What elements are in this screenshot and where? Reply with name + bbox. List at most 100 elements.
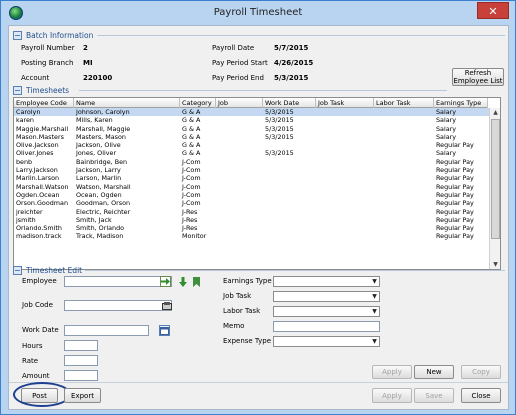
table-cell	[263, 183, 316, 191]
table-cell	[374, 224, 434, 232]
table-cell: Smith, Orlando	[76, 224, 125, 233]
table-cell	[374, 108, 434, 116]
table-cell: Regular Pay	[436, 182, 474, 191]
post-highlight-ring	[13, 382, 71, 407]
table-cell	[263, 174, 316, 182]
divider	[79, 90, 447, 91]
table-cell	[263, 141, 316, 149]
timesheets-section-header[interactable]: Timesheets	[13, 84, 69, 96]
table-cell	[316, 125, 374, 133]
table-cell	[374, 183, 434, 191]
work-date-input[interactable]	[64, 325, 149, 336]
rate-input[interactable]	[64, 355, 98, 366]
table-cell: J-Res	[182, 215, 198, 224]
timesheets-grid[interactable]: Employee Code Name Category Job Work Date Job…	[13, 97, 501, 270]
table-row[interactable]: Maggie.Marshall Marshall, Maggie G & A 5/3/…	[14, 125, 490, 133]
table-cell	[316, 232, 374, 240]
table-row[interactable]: Orlando.Smith Smith, Orlando J-Res Regular …	[14, 224, 490, 232]
work-date-label: Work Date	[22, 326, 59, 334]
table-cell: 5/3/2015	[265, 124, 294, 133]
calendar-icon[interactable]	[159, 325, 170, 336]
collapse-icon[interactable]	[13, 265, 22, 275]
scroll-down-icon[interactable]: ▼	[491, 260, 500, 269]
table-row[interactable]: Marshall.Watson Watson, Marshall J-Com Regu…	[14, 183, 490, 191]
column-header[interactable]: Job	[216, 98, 263, 108]
table-row[interactable]: benb Bainbridge, Ben J-Com Regular Pay	[14, 158, 490, 166]
table-row[interactable]: karen Mills, Karen G & A 5/3/2015 Salary	[14, 116, 490, 124]
memo-input[interactable]	[273, 321, 380, 332]
column-header[interactable]: Employee Code	[14, 98, 74, 108]
edit-apply-button[interactable]: Apply	[372, 365, 412, 379]
column-header[interactable]: Labor Task	[374, 98, 434, 108]
table-row[interactable]: Orson.Goodman Goodman, Orson J-Com Regular …	[14, 199, 490, 207]
period-end-label: Pay Period End	[212, 74, 264, 82]
refresh-employee-list-button[interactable]: Refresh Employee List	[452, 68, 504, 86]
column-header[interactable]: Category	[180, 98, 216, 108]
table-row[interactable]: Carolyn Johnson, Carolyn G & A 5/3/2015 Sala…	[14, 108, 490, 117]
table-row[interactable]: Ogden.Ocean Ocean, Ogden J-Com Regular Pay	[14, 191, 490, 199]
table-cell: Jackson, Olive	[76, 141, 121, 150]
column-header[interactable]: Work Date	[263, 98, 316, 108]
edit-section-header[interactable]: Timesheet Edit	[13, 264, 82, 276]
table-row[interactable]: Oliver.Jones Jones, Oliver G & A 5/3/2015 Sa…	[14, 149, 490, 157]
table-cell	[374, 199, 434, 207]
chevron-down-icon: ▼	[372, 293, 377, 300]
table-cell	[263, 191, 316, 199]
copy-button[interactable]: Copy	[461, 365, 501, 379]
vertical-scrollbar[interactable]: ▲ ▼	[489, 108, 500, 269]
batch-section-header[interactable]: Batch Information	[13, 29, 93, 41]
scroll-up-icon[interactable]: ▲	[491, 108, 500, 117]
chevron-down-icon: ▼	[372, 308, 377, 315]
bookmark-icon[interactable]	[191, 276, 202, 287]
go-arrow-icon[interactable]	[160, 276, 171, 287]
scroll-thumb[interactable]	[491, 119, 500, 239]
amount-input[interactable]	[64, 370, 98, 381]
hours-input[interactable]	[64, 340, 98, 351]
lookup-icon[interactable]	[161, 300, 172, 311]
table-cell	[216, 133, 263, 141]
column-header[interactable]: Job Task	[316, 98, 374, 108]
expense-type-dropdown[interactable]: ▼	[273, 336, 380, 347]
collapse-icon[interactable]	[13, 30, 22, 40]
table-row[interactable]: Olive.Jackson Jackson, Olive G & A Regular …	[14, 141, 490, 149]
table-row[interactable]: Marlin.Larson Larson, Marlin J-Com Regular …	[14, 174, 490, 182]
table-row[interactable]: Mason.Masters Masters, Mason G & A 5/3/2015…	[14, 133, 490, 141]
table-row[interactable]: madison.track Track, Madison Monitor Regula…	[14, 232, 490, 240]
table-cell: Marlin.Larson	[16, 174, 60, 183]
grid-header: Employee Code Name Category Job Work Date Job…	[14, 98, 488, 108]
table-row[interactable]: jsmith Smith, Jack J-Res Regular Pay	[14, 216, 490, 224]
column-header[interactable]: Name	[74, 98, 180, 108]
table-cell: jsmith	[16, 215, 36, 224]
table-cell	[316, 191, 374, 199]
collapse-icon[interactable]	[13, 85, 22, 95]
table-cell	[263, 208, 316, 216]
table-cell	[316, 166, 374, 174]
table-cell: Regular Pay	[436, 157, 474, 166]
table-cell	[374, 125, 434, 133]
save-button[interactable]: Save	[414, 388, 454, 403]
new-button[interactable]: New	[414, 365, 454, 379]
expense-type-label: Expense Type	[223, 337, 272, 345]
title-bar[interactable]: Payroll Timesheet ✕	[1, 1, 515, 25]
divider	[9, 382, 508, 383]
table-cell: Marshall.Watson	[16, 182, 69, 191]
close-button[interactable]: Close	[461, 388, 501, 403]
job-code-input[interactable]	[64, 300, 172, 311]
window-close-button[interactable]: ✕	[477, 2, 509, 19]
table-cell: Maggie.Marshall	[16, 124, 69, 133]
job-task-dropdown[interactable]: ▼	[273, 291, 380, 302]
table-cell	[316, 108, 374, 116]
employee-input[interactable]	[64, 276, 172, 287]
table-cell: 5/3/2015	[265, 149, 294, 158]
labor-task-dropdown[interactable]: ▼	[273, 306, 380, 317]
down-arrow-icon[interactable]	[177, 276, 188, 287]
column-header[interactable]: Earnings Type	[434, 98, 488, 108]
table-cell	[316, 149, 374, 157]
table-row[interactable]: Larry.Jackson Jackson, Larry J-Com Regular …	[14, 166, 490, 174]
timesheets-section-title: Timesheets	[26, 85, 70, 95]
table-cell	[374, 191, 434, 199]
apply-button[interactable]: Apply	[372, 388, 412, 403]
table-row[interactable]: jreichter Electric, Reichter J-Res Regular …	[14, 208, 490, 216]
earnings-type-dropdown[interactable]: ▼	[273, 276, 380, 287]
export-button[interactable]: Export	[64, 388, 101, 403]
